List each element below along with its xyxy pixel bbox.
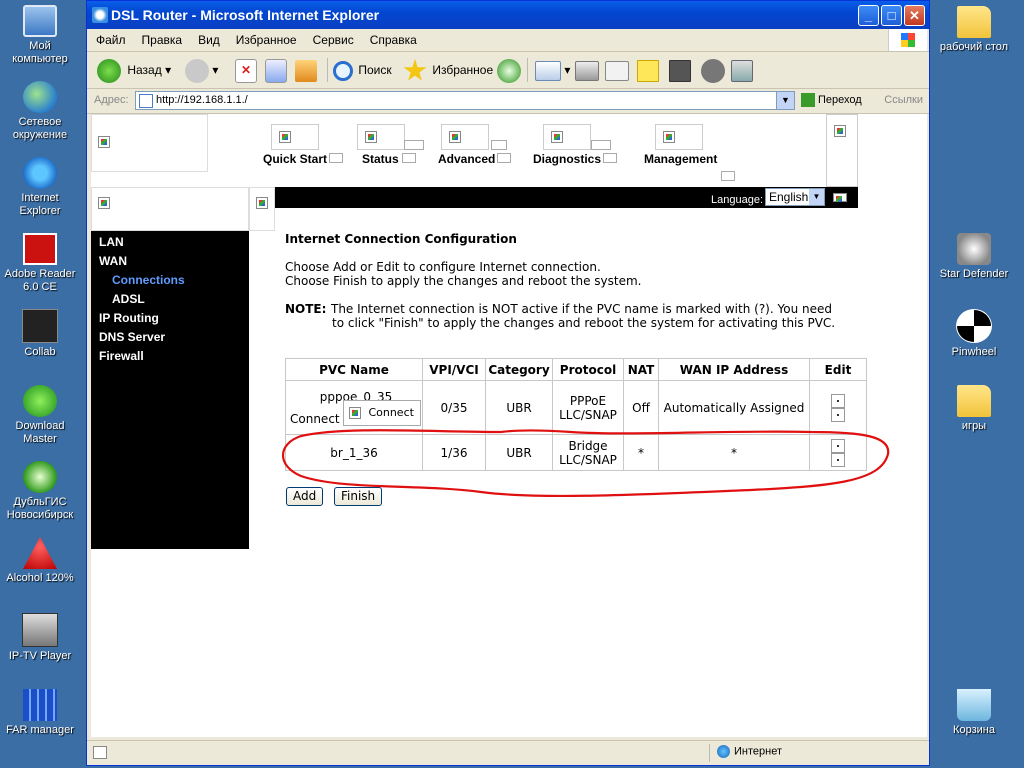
adobe-reader-icon	[23, 233, 57, 265]
page-status-icon	[93, 746, 107, 759]
desktop-icon-network[interactable]: Сетевое окружение	[0, 81, 80, 142]
desktop-icon-recycle-bin[interactable]: Корзина	[934, 689, 1014, 737]
status-divider	[709, 744, 710, 762]
finish-button[interactable]: Finish	[334, 487, 383, 506]
window-title: DSL Router - Microsoft Internet Explorer	[111, 7, 380, 23]
address-url: http://192.168.1.1./	[156, 94, 248, 106]
recycle-bin-icon	[957, 689, 991, 721]
iptv-player-icon	[22, 613, 58, 647]
desktop-icon-collab[interactable]: Collab	[0, 309, 80, 359]
minimize-button[interactable]: _	[858, 5, 879, 26]
desktop-icon-my-computer[interactable]: Мой компьютер	[0, 5, 80, 66]
security-zone: Интернет	[717, 745, 782, 758]
computer-icon	[23, 5, 57, 37]
back-button[interactable]: Назад ▾	[97, 57, 171, 83]
desktop-icon-iptv[interactable]: IP-TV Player	[0, 613, 80, 663]
forward-button[interactable]: ▾	[185, 57, 218, 83]
browser-window: DSL Router - Microsoft Internet Explorer…	[86, 0, 930, 766]
shield-button[interactable]	[701, 57, 725, 83]
menu-edit[interactable]: Правка	[135, 29, 190, 51]
links-button[interactable]: Ссылки	[884, 94, 923, 106]
far-manager-icon	[23, 689, 57, 721]
address-dropdown-icon[interactable]: ▼	[776, 92, 794, 109]
go-arrow-icon	[801, 93, 815, 107]
menu-view[interactable]: Вид	[191, 29, 227, 51]
desktop-icon-games-folder[interactable]: игры	[934, 385, 1014, 433]
address-input[interactable]: http://192.168.1.1./ ▼	[135, 91, 795, 110]
red-highlight-annotation	[282, 429, 890, 498]
desktop-icon-star-defender[interactable]: Star Defender	[934, 233, 1014, 281]
media-icon	[497, 58, 521, 83]
desktop-icon-download-master[interactable]: Download Master	[0, 385, 80, 446]
close-button[interactable]: ✕	[904, 5, 925, 26]
search-button[interactable]: Поиск	[333, 57, 392, 83]
print-button[interactable]	[575, 57, 599, 83]
note-icon	[637, 59, 659, 82]
download-master-icon	[23, 385, 57, 417]
page-content: Quick Start Status Advanced Diagnostics …	[91, 114, 927, 737]
k-logo-icon	[669, 59, 691, 82]
mail-icon	[535, 60, 561, 81]
dublgis-icon	[23, 461, 57, 493]
star-defender-icon	[957, 233, 991, 265]
desktop-icon-far-manager[interactable]: FAR manager	[0, 689, 80, 737]
add-button[interactable]: Add	[286, 487, 324, 506]
desktop-icon-adobe-reader[interactable]: Adobe Reader 6.0 CE	[0, 233, 80, 294]
windows-logo	[888, 29, 927, 51]
shield-icon	[701, 58, 725, 83]
collab-icon	[22, 309, 58, 343]
maximize-button[interactable]: □	[881, 5, 902, 26]
stop-button[interactable]: ✕	[235, 57, 257, 83]
home-icon	[295, 59, 317, 82]
pinwheel-icon	[956, 309, 992, 343]
mail-button[interactable]: ▾	[535, 57, 570, 83]
toolbar-separator	[527, 58, 528, 82]
notes-button[interactable]	[637, 57, 659, 83]
research-icon	[731, 59, 753, 82]
refresh-button[interactable]	[265, 57, 287, 83]
desktop-icon-alcohol[interactable]: Alcohol 120%	[0, 537, 80, 585]
globe-icon	[717, 745, 730, 758]
star-icon	[403, 58, 427, 81]
ie-app-icon[interactable]	[92, 7, 108, 23]
menu-help[interactable]: Справка	[363, 29, 424, 51]
forward-arrow-icon	[185, 58, 209, 83]
back-arrow-icon	[97, 58, 121, 83]
desktop-icon-pinwheel[interactable]: Pinwheel	[934, 309, 1014, 359]
desktop-icon-dublgis[interactable]: ДубльГИС Новосибирск	[0, 461, 80, 522]
folder-icon	[957, 385, 991, 417]
address-bar: Адрес: http://192.168.1.1./ ▼ Переход Сс…	[87, 89, 929, 114]
toolbar: Назад ▾ ▾ ✕ Поиск Избранное ▾	[87, 52, 929, 89]
title-bar[interactable]: DSL Router - Microsoft Internet Explorer…	[87, 1, 929, 29]
internet-explorer-icon	[23, 157, 57, 189]
edit-page-icon	[605, 60, 629, 81]
go-button[interactable]: Переход	[801, 93, 862, 107]
desktop-icon-ie[interactable]: Internet Explorer	[0, 157, 80, 218]
desktop-icon-desktop-folder[interactable]: рабочий стол	[934, 6, 1014, 54]
menu-favorites[interactable]: Избранное	[229, 29, 304, 51]
toolbar-separator	[327, 58, 328, 82]
folder-icon	[957, 6, 991, 38]
alcohol-icon	[23, 537, 57, 569]
menu-tools[interactable]: Сервис	[306, 29, 361, 51]
edit-page-button[interactable]	[605, 57, 629, 83]
favorites-button[interactable]: Избранное	[403, 57, 493, 83]
network-icon	[23, 81, 57, 113]
menu-bar: Файл Правка Вид Избранное Сервис Справка	[87, 29, 929, 52]
research-button[interactable]	[731, 57, 753, 83]
status-bar: Интернет	[87, 740, 929, 765]
search-icon	[333, 60, 353, 81]
menu-file[interactable]: Файл	[89, 29, 133, 51]
refresh-icon	[265, 58, 287, 83]
address-label: Адрес:	[94, 94, 129, 106]
windows-flag-icon	[901, 33, 915, 47]
kaspersky-button[interactable]	[669, 57, 691, 83]
stop-icon: ✕	[235, 58, 257, 83]
home-button[interactable]	[295, 57, 317, 83]
page-icon	[139, 94, 153, 108]
print-icon	[575, 60, 599, 81]
media-button[interactable]	[497, 57, 521, 83]
